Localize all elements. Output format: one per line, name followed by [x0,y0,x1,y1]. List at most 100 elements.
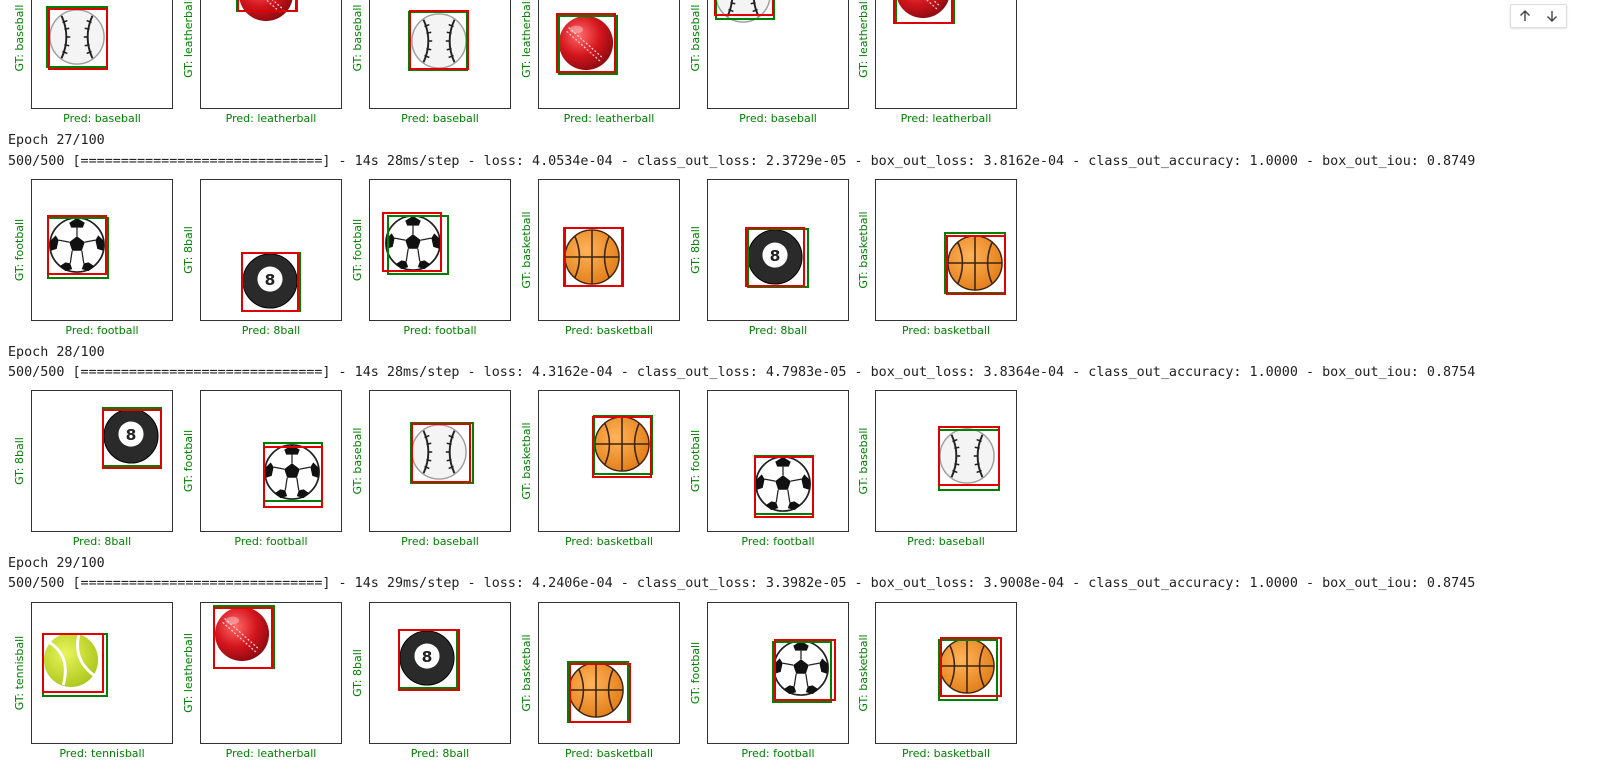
predicted-box [893,0,953,24]
predicted-box [382,212,442,272]
prediction-plot [538,179,680,321]
epoch-heading: Epoch 29/100 [8,556,105,571]
prediction-label: Pred: leatherball [225,747,317,760]
prediction-label: Pred: basketball [901,324,991,337]
prediction-label: Pred: basketball [564,747,654,760]
prediction-label: Pred: leatherball [225,112,317,125]
scroll-down-button[interactable] [1542,6,1562,26]
prediction-plot [538,602,680,744]
predicted-box [754,456,814,518]
predicted-box [263,446,323,508]
prediction-label: Pred: 8ball [748,324,808,337]
ground-truth-label: GT: leatherball [182,0,195,78]
prediction-label: Pred: football [65,324,139,337]
prediction-plot [875,179,1017,321]
ground-truth-label: GT: football [689,429,702,493]
prediction-label: Pred: 8ball [241,324,301,337]
ground-truth-label: GT: 8ball [351,649,364,697]
prediction-plot [707,0,849,109]
prediction-plot [538,0,680,109]
prediction-plot [538,390,680,532]
prediction-plot: 8 [369,602,511,744]
predicted-box [556,13,616,73]
ground-truth-label: GT: football [182,429,195,493]
ground-truth-label: GT: baseball [857,427,870,495]
ground-truth-label: GT: basketball [520,211,533,289]
prediction-label: Pred: football [741,535,815,548]
prediction-plot [369,179,511,321]
predicted-box [592,416,652,478]
prediction-plot [875,602,1017,744]
epoch-heading: Epoch 27/100 [8,133,105,148]
training-progress-line: 500/500 [==============================]… [8,576,1476,591]
predicted-box [411,423,471,483]
prediction-label: Pred: basketball [901,747,991,760]
ground-truth-label: GT: baseball [689,4,702,72]
cell-nav-toolbar [1510,4,1567,28]
arrow-down-icon [1547,11,1558,22]
ground-truth-label: GT: baseball [13,4,26,72]
prediction-plot [200,390,342,532]
predicted-box [940,637,1002,697]
prediction-plot [31,179,173,321]
predicted-box [774,639,836,701]
predicted-box [48,8,108,70]
prediction-plot [707,602,849,744]
ground-truth-label: GT: basketball [857,634,870,712]
predicted-box [569,663,631,723]
prediction-label: Pred: 8ball [410,747,470,760]
prediction-plot [200,0,342,109]
predicted-box [714,0,774,16]
prediction-label: Pred: baseball [63,112,141,125]
predicted-box [938,426,1000,486]
epoch-heading: Epoch 28/100 [8,345,105,360]
ground-truth-label: GT: 8ball [13,437,26,485]
prediction-label: Pred: leatherball [563,112,655,125]
ground-truth-label: GT: tennisball [13,635,26,711]
arrow-up-icon [1519,10,1530,21]
prediction-label: Pred: leatherball [900,112,992,125]
prediction-plot [31,0,173,109]
ground-truth-label: GT: basketball [520,422,533,500]
ground-truth-label: GT: leatherball [182,633,195,713]
scroll-up-button[interactable] [1515,6,1535,26]
predicted-box [42,633,104,693]
predicted-box [398,629,460,691]
prediction-plot [369,0,511,109]
prediction-label: Pred: 8ball [72,535,132,548]
prediction-plot [369,390,511,532]
prediction-label: Pred: basketball [564,535,654,548]
prediction-label: Pred: football [403,324,477,337]
prediction-label: Pred: baseball [739,112,817,125]
prediction-plot [200,602,342,744]
prediction-plot [875,390,1017,532]
training-progress-line: 500/500 [==============================]… [8,154,1476,169]
ground-truth-label: GT: basketball [857,211,870,289]
training-progress-line: 500/500 [==============================]… [8,365,1476,380]
ground-truth-label: GT: leatherball [857,0,870,78]
prediction-plot: 8 [31,390,173,532]
ground-truth-label: GT: leatherball [520,0,533,78]
prediction-label: Pred: basketball [564,324,654,337]
predicted-box [237,0,297,12]
prediction-plot [707,390,849,532]
ground-truth-label: GT: football [689,641,702,705]
predicted-box [409,10,469,70]
prediction-plot: 8 [200,179,342,321]
prediction-label: Pred: football [234,535,308,548]
ground-truth-label: GT: baseball [351,427,364,495]
prediction-label: Pred: tennisball [59,747,145,760]
prediction-label: Pred: football [741,747,815,760]
ground-truth-label: GT: 8ball [689,226,702,274]
prediction-label: Pred: baseball [907,535,985,548]
ground-truth-label: GT: baseball [351,4,364,72]
predicted-box [241,252,299,312]
ground-truth-label: GT: 8ball [182,226,195,274]
predicted-box [564,227,624,287]
predicted-box [102,409,162,469]
predicted-box [946,235,1006,295]
ground-truth-label: GT: football [13,218,26,282]
prediction-label: Pred: baseball [401,112,479,125]
prediction-label: Pred: baseball [401,535,479,548]
prediction-plot [875,0,1017,109]
